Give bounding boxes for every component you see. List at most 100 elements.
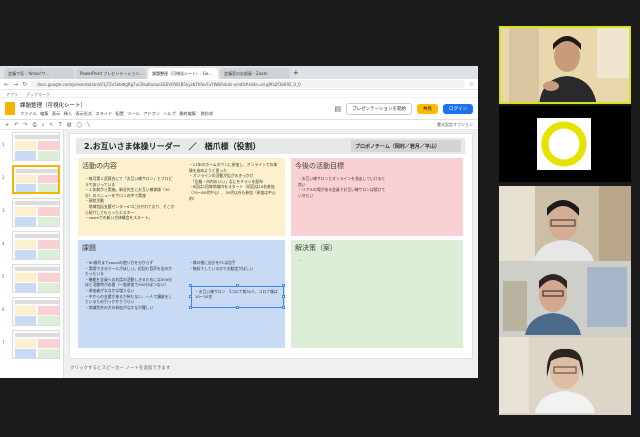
participant-video-active[interactable] [499, 26, 631, 104]
resize-handle[interactable] [236, 306, 239, 309]
share-button[interactable]: 共有 [417, 103, 438, 114]
menu-edit[interactable]: 編集 [40, 111, 48, 116]
issues-item: ・中からの支援が来るか待たない…一人で講座をしているため引っかかりづらい [85, 293, 173, 305]
new-tab-icon[interactable]: + [292, 68, 302, 79]
participant-video[interactable] [499, 337, 631, 415]
slide-thumbnail[interactable]: 1 [0, 132, 63, 163]
shared-screen: 会議で気 - Yahoo!ワ... PowerPoint プレゼンテーション..… [0, 66, 478, 378]
forward-arrow-icon[interactable]: → [13, 81, 18, 88]
solution-title: 解決策（案） [295, 244, 337, 252]
participant-video-off[interactable] [499, 106, 631, 182]
resize-handle[interactable] [282, 284, 285, 287]
browser-tab[interactable]: 会議室のお部屋 - Zoom [220, 68, 290, 79]
slide-thumbnail[interactable]: 7 [0, 330, 63, 361]
menu-arrange[interactable]: 配置 [116, 111, 124, 116]
editor-area: 1 2 3 4 5 6 7 2.お互いさま体操リーダー ／ 楢爪様（役割） プロ… [0, 130, 478, 378]
add-slide-icon[interactable]: + [5, 122, 9, 128]
login-button[interactable]: ログイン [443, 103, 473, 114]
issues-title: 課題 [82, 244, 96, 252]
format-options-button[interactable]: 書式設定オプション [437, 122, 473, 128]
menu-tools[interactable]: ツール [127, 111, 140, 116]
document-title[interactable]: 課題整理（可視化シート） [20, 101, 329, 109]
slide-thumbnail[interactable]: 5 [0, 264, 63, 295]
last-edit-label[interactable]: 最終編集: 数秒前 [179, 111, 213, 116]
solution-item: ・ [298, 258, 302, 263]
issues-item: ・機能を全員へのお話の活動しきるためには500分ほど活動時が必要（一般参加で90… [85, 276, 172, 288]
avatar-ring-icon [499, 106, 631, 182]
menu-slide[interactable]: スライド [95, 111, 112, 116]
resize-handle[interactable] [282, 295, 285, 298]
undo-icon[interactable]: ↶ [14, 122, 18, 128]
slide-thumbnail[interactable]: 3 [0, 198, 63, 229]
browser-tab[interactable]: PowerPoint プレゼンテーション... [76, 68, 146, 79]
resize-handle[interactable] [282, 306, 285, 309]
select-icon[interactable]: ↖ [49, 122, 53, 128]
url-field[interactable]: docs.google.com/presentation/d/1j7Zv5kbd… [31, 80, 465, 88]
redo-icon[interactable]: ↷ [23, 122, 27, 128]
activity-item: ・21年のホームタウンに参加し、オンラインでの体操を始めようと思った [189, 162, 278, 173]
menu-addons[interactable]: アドオン [143, 111, 160, 116]
issues-item: ・実際できるマールがほしい。初回も音声を出のかたったいる [85, 265, 173, 277]
resize-handle[interactable] [189, 306, 192, 309]
reload-icon[interactable]: ↻ [22, 81, 27, 88]
image-icon[interactable]: ▨ [67, 122, 72, 128]
resize-handle[interactable] [236, 284, 239, 287]
goals-item: ・リアルの場がある会員でお互い様サロンは続けていきたい [298, 187, 386, 198]
activity-item: 地域包括支援センター4つに分かれており、そこから紹介してもらったエスター [85, 203, 175, 215]
solution-box[interactable]: 解決策（案） ・ [291, 240, 463, 348]
comment-icon[interactable]: ▤ [334, 105, 341, 113]
menu-format[interactable]: 表示形式 [75, 111, 92, 116]
menu-bar: ファイル 編集 表示 挿入 表示形式 スライド 配置 ツール アドオン ヘルプ … [20, 111, 329, 117]
menu-help[interactable]: ヘルプ [163, 111, 176, 116]
goals-title: 今後の活動目標 [295, 162, 344, 170]
browser-tab-bar: 会議で気 - Yahoo!ワ... PowerPoint プレゼンテーション..… [0, 66, 478, 79]
resize-handle[interactable] [189, 284, 192, 287]
selected-textbox[interactable]: ・お互い様サロン 【コロナ前30人、コロナ後は10～20名 [191, 286, 284, 308]
video-call-screen: 会議で気 - Yahoo!ワ... PowerPoint プレゼンテーション..… [0, 0, 640, 437]
participant-video[interactable] [499, 261, 631, 339]
line-icon[interactable]: ╲ [87, 122, 90, 128]
current-slide[interactable]: 2.お互いさま体操リーダー ／ 楢爪様（役割） プロボノチーム（岡村／若月／平山… [70, 134, 472, 358]
browser-tab[interactable]: 会議で気 - Yahoo!ワ... [4, 68, 74, 79]
menu-insert[interactable]: 挿入 [64, 111, 72, 116]
resize-handle[interactable] [189, 295, 192, 298]
slides-header: 課題整理（可視化シート） ファイル 編集 表示 挿入 表示形式 スライド 配置 … [0, 98, 478, 120]
goals-box[interactable]: 今後の活動目標 ・お互い様サロンとオンラインを並走していけると良い ・リアルの場… [291, 158, 463, 236]
activity-box[interactable]: 活動の内容 ・毎月第１武蔵台にて「お互い様サロン」とプロビラであいっている ・１… [78, 158, 285, 236]
slide-title[interactable]: 2.お互いさま体操リーダー ／ 楢爪様（役割） [84, 141, 261, 152]
activity-item: ・１年前から実施。新谷先生にお互い様体操（30分）のメニューをサロンの中で実施 [85, 187, 170, 198]
zoom-icon[interactable]: ⌕ [42, 122, 45, 128]
slide-thumbnail-selected[interactable]: 2 [0, 165, 63, 196]
address-bar-row: ← → ↻ docs.google.com/presentation/d/1j7… [0, 79, 478, 90]
issues-item: ・地域別共の方の参加がなかなか難しい [85, 304, 154, 310]
speaker-notes[interactable]: クリックするとスピーカー ノートを追加できます [70, 365, 170, 371]
editing-toolbar: + ↶ ↷ ⎙ ⌕ ↖ T ▨ ◯ ╲ 書式設定オプション [0, 120, 478, 130]
activity-item: ・zoomでの新い方体験会をスタート。 [85, 215, 153, 221]
goals-item: ・お互い様サロンとオンラインを並走していけると良い [298, 176, 386, 187]
slides-logo-icon[interactable] [5, 102, 15, 115]
slide-thumbnail[interactable]: 4 [0, 231, 63, 262]
print-icon[interactable]: ⎙ [33, 122, 37, 128]
menu-view[interactable]: 表示 [52, 111, 60, 116]
slide-header-band: 2.お互いさま体操リーダー ／ 楢爪様（役割） プロボノチーム（岡村／若月／平山… [76, 138, 465, 154]
slide-filmstrip: 1 2 3 4 5 6 7 [0, 130, 64, 378]
menu-file[interactable]: ファイル [20, 111, 37, 116]
bookmarks-bar[interactable]: アプリ ブックマーク [0, 90, 478, 98]
present-button[interactable]: プレゼンテーションを開始 [346, 102, 412, 115]
person-illustration [499, 337, 631, 413]
person-illustration [499, 186, 631, 264]
star-icon[interactable]: ☆ [469, 81, 474, 88]
shape-icon[interactable]: ◯ [76, 122, 82, 128]
issues-item: ・無料でしているのでお勧定がほしい [189, 265, 254, 271]
person-illustration [499, 261, 631, 335]
slide-canvas[interactable]: 2.お互いさま体操リーダー ／ 楢爪様（役割） プロボノチーム（岡村／若月／平山… [70, 134, 472, 358]
activity-item: ・毎月第１武蔵台にて「お互い様サロン」とプロビラであいっている [85, 176, 173, 187]
textbox-icon[interactable]: T [59, 122, 62, 128]
slide-thumbnail[interactable]: 6 [0, 297, 63, 328]
back-arrow-icon[interactable]: ← [4, 81, 9, 88]
participant-video[interactable] [499, 186, 631, 264]
browser-tab-active[interactable]: 課題整理（可視化シート）- Go... [148, 68, 218, 79]
person-illustration [501, 28, 629, 102]
team-label[interactable]: プロボノチーム（岡村／若月／平山） [351, 140, 461, 152]
activity-item: ・6回は1回毎地域内をスタート（初回は10名参加（70～80代中心）、30代以外… [189, 184, 276, 201]
